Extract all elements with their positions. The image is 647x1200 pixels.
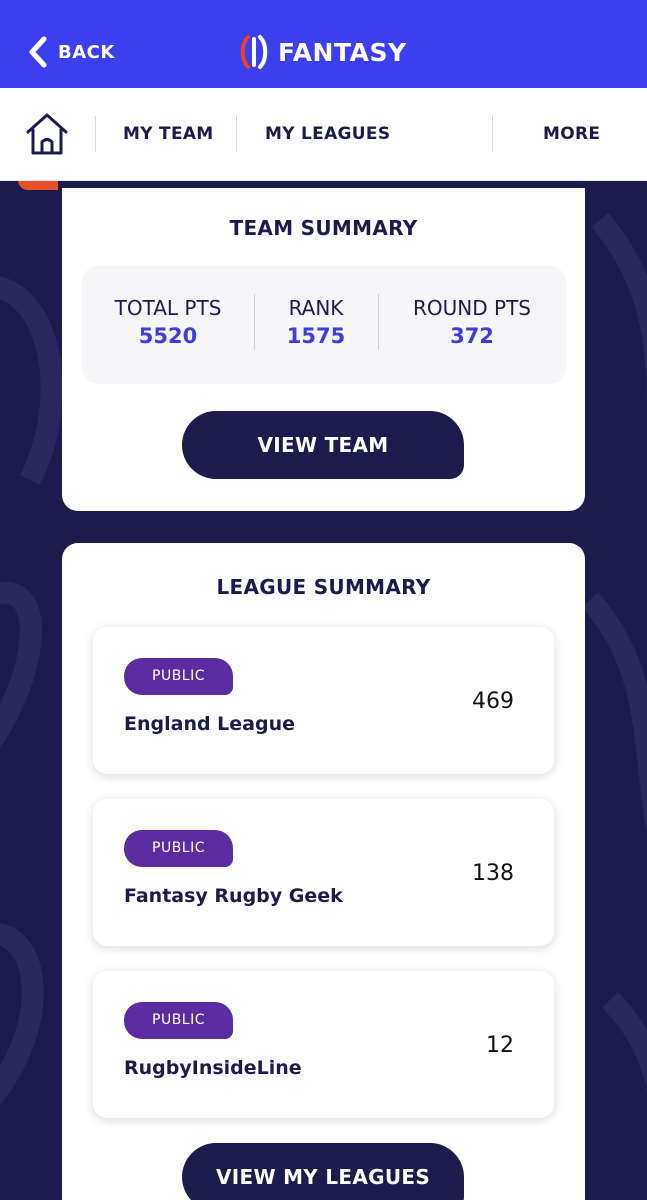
stat-value: 5520 — [138, 324, 198, 348]
league-summary-card: LEAGUE SUMMARY PUBLIC England League 469… — [62, 543, 585, 1200]
team-summary-title: TEAM SUMMARY — [229, 216, 418, 240]
league-item[interactable]: PUBLIC England League 469 — [93, 627, 554, 774]
stat-value: 1575 — [286, 324, 346, 348]
nav-divider — [236, 116, 237, 152]
brand: FANTASY — [240, 30, 407, 74]
stat-label: ROUND PTS — [413, 296, 531, 320]
chevron-left-icon — [29, 36, 47, 68]
stat-total-pts: TOTAL PTS 5520 — [82, 294, 254, 350]
app-title: FANTASY — [278, 37, 407, 67]
view-my-leagues-button[interactable]: VIEW MY LEAGUES — [182, 1143, 464, 1200]
nav-item-my-leagues[interactable]: MY LEAGUES — [265, 88, 390, 180]
stat-label: RANK — [288, 296, 344, 320]
view-team-button[interactable]: VIEW TEAM — [182, 411, 464, 479]
stat-value: 372 — [450, 324, 494, 348]
team-stats: TOTAL PTS 5520 RANK 1575 ROUND PTS 372 — [82, 266, 566, 384]
league-name: Fantasy Rugby Geek — [124, 885, 343, 907]
back-button[interactable]: BACK — [28, 30, 115, 74]
public-badge: PUBLIC — [124, 830, 233, 867]
team-summary-card: TEAM SUMMARY TOTAL PTS 5520 RANK 1575 RO… — [62, 188, 585, 511]
back-label: BACK — [58, 41, 115, 63]
league-name: England League — [124, 713, 296, 735]
nav-item-my-team[interactable]: MY TEAM — [123, 88, 214, 180]
stat-round-pts: ROUND PTS 372 — [378, 294, 566, 350]
league-points: 12 — [486, 1033, 514, 1058]
stat-label: TOTAL PTS — [114, 296, 222, 320]
main-nav: MY TEAM MY LEAGUES MORE — [0, 88, 647, 181]
stat-rank: RANK 1575 — [254, 294, 378, 350]
decorative-banner-edge — [18, 180, 58, 190]
app-header: BACK FANTASY — [0, 0, 647, 88]
public-badge: PUBLIC — [124, 1002, 233, 1039]
nav-item-more[interactable]: MORE — [543, 88, 600, 180]
league-summary-title: LEAGUE SUMMARY — [216, 575, 431, 599]
league-points: 469 — [472, 689, 514, 714]
home-icon[interactable] — [24, 110, 70, 158]
nav-divider — [95, 116, 96, 152]
league-item[interactable]: PUBLIC RugbyInsideLine 12 — [93, 971, 554, 1118]
league-item[interactable]: PUBLIC Fantasy Rugby Geek 138 — [93, 799, 554, 946]
nav-divider — [492, 116, 493, 152]
league-points: 138 — [472, 861, 514, 886]
public-badge: PUBLIC — [124, 658, 233, 695]
rugby-world-cup-logo — [240, 35, 268, 69]
league-name: RugbyInsideLine — [124, 1057, 302, 1079]
